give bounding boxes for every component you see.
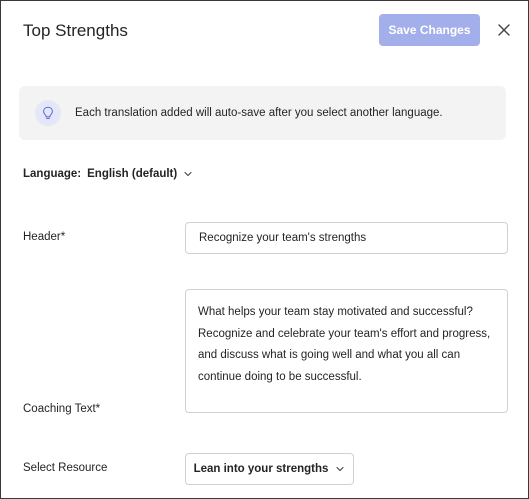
info-banner-text: Each translation added will auto-save af… <box>75 107 443 119</box>
chevron-down-icon[interactable] <box>183 169 193 179</box>
select-resource-dropdown[interactable]: Lean into your strengths <box>185 453 354 485</box>
select-resource-value: Lean into your strengths <box>193 463 329 475</box>
lightbulb-icon <box>35 100 61 126</box>
save-changes-button[interactable]: Save Changes <box>379 14 480 46</box>
header-field-label: Header* <box>23 231 66 243</box>
coaching-text-label: Coaching Text* <box>23 403 101 415</box>
select-resource-label: Select Resource <box>23 462 108 474</box>
panel-header: Top Strengths Save Changes <box>1 1 528 67</box>
close-icon[interactable] <box>493 19 515 41</box>
language-value[interactable]: English (default) <box>87 168 177 180</box>
header-input[interactable] <box>185 222 508 254</box>
panel-title: Top Strengths <box>23 21 128 40</box>
language-label: Language: <box>23 168 82 180</box>
coaching-text-textarea[interactable]: What helps your team stay motivated and … <box>185 289 508 413</box>
top-strengths-panel: Top Strengths Save Changes Each translat… <box>0 0 529 499</box>
info-banner: Each translation added will auto-save af… <box>19 86 506 140</box>
chevron-down-icon <box>335 464 345 474</box>
panel-body: Each translation added will auto-save af… <box>1 67 528 498</box>
language-selector[interactable]: Language: English (default) <box>23 166 193 182</box>
